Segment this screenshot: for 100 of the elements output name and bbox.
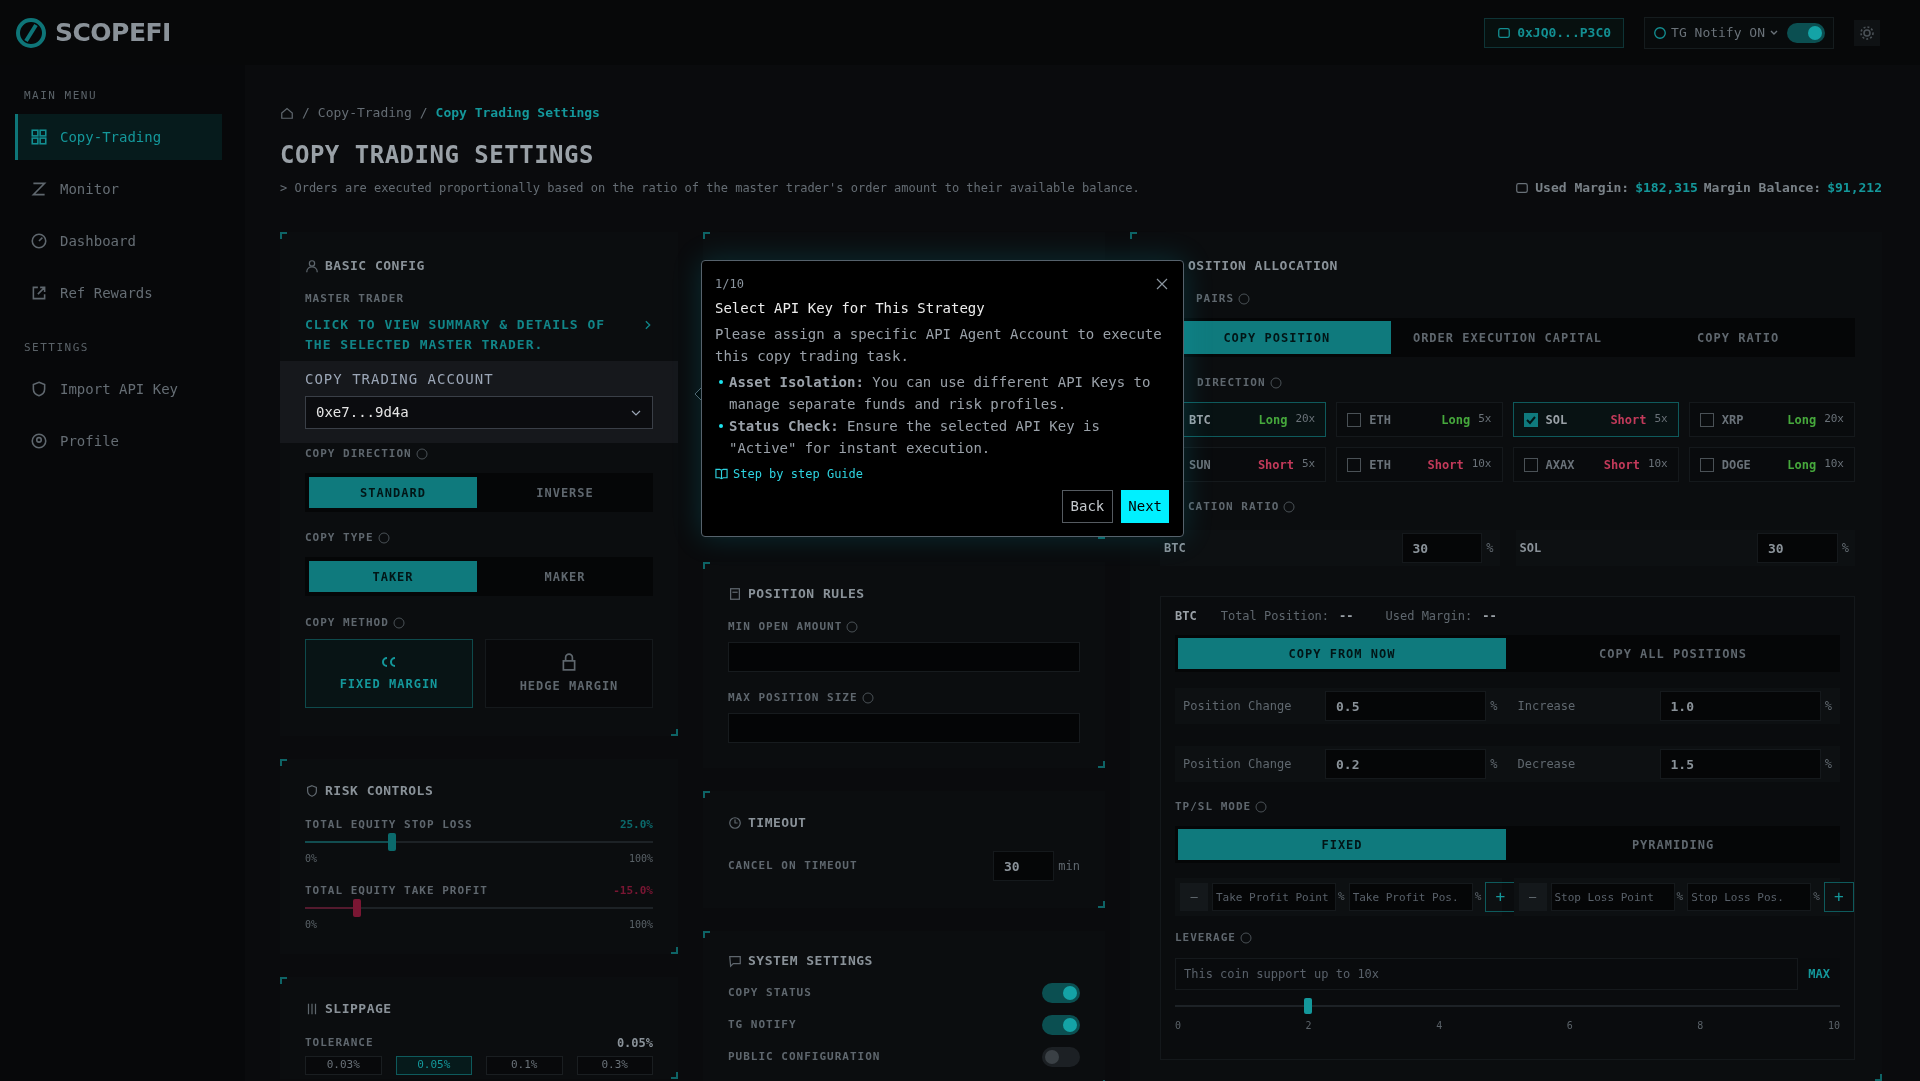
input-field[interactable]: Stop Loss Point	[1550, 883, 1675, 911]
range-min: 0%	[305, 918, 318, 932]
slider-thumb[interactable]	[388, 833, 396, 851]
segment-tab[interactable]: COPY RATIO	[1624, 321, 1852, 354]
percent-input[interactable]: 0.5	[1325, 691, 1487, 721]
pair-option[interactable]: ETH Short 10x	[1336, 447, 1503, 482]
range-max: 100%	[628, 852, 653, 866]
master-trader-link[interactable]: CLICK TO VIEW SUMMARY & DETAILS OF THE SELECTED MASTER TRADER.	[305, 315, 640, 355]
pair-leverage: 20x	[1295, 411, 1316, 428]
wallet-icon	[1497, 25, 1512, 40]
tolerance-value: 0.05%	[616, 1035, 653, 1052]
guide-link[interactable]: Step by step Guide	[715, 466, 864, 482]
nav-item[interactable]: Import API Key	[15, 366, 222, 412]
pair-option[interactable]: ETH Long 5x	[1336, 402, 1503, 437]
slider-thumb[interactable]	[353, 899, 362, 917]
tick-label: 10	[1827, 1019, 1840, 1033]
input-field[interactable]: Stop Loss Pos.	[1687, 883, 1812, 911]
pair-side: Short	[1603, 456, 1640, 474]
add-button[interactable]: +	[1823, 882, 1854, 912]
method-option[interactable]: FIXED MARGIN	[305, 639, 473, 708]
ratio-input[interactable]: 30	[1401, 533, 1483, 563]
field-label: COPY STATUS	[728, 984, 812, 1001]
breadcrumb-link[interactable]: Copy Trading Settings	[435, 103, 600, 123]
back-button[interactable]: Back	[1061, 490, 1114, 523]
toggle-switch[interactable]	[1787, 22, 1825, 43]
slider-thumb[interactable]	[1304, 998, 1312, 1014]
checkbox[interactable]	[1347, 412, 1362, 427]
pair-option[interactable]: SOL Short 5x	[1512, 402, 1679, 437]
stat-label: Total Position:	[1220, 608, 1330, 625]
toggle-switch[interactable]	[1042, 1047, 1080, 1067]
percent-input[interactable]: 1.5	[1659, 749, 1821, 779]
remove-button[interactable]: —	[1180, 883, 1208, 911]
input-field[interactable]	[728, 713, 1080, 743]
checkbox[interactable]	[1523, 457, 1538, 472]
segment-tab[interactable]: PYRAMIDING	[1509, 829, 1837, 860]
close-button[interactable]	[1155, 277, 1169, 291]
info-icon	[377, 532, 390, 544]
leverage-field[interactable]: This coin support up to 10x	[1175, 958, 1799, 990]
segment-tab[interactable]: STANDARD	[309, 477, 477, 508]
segment-tab[interactable]: INVERSE	[481, 477, 649, 508]
pair-symbol: SOL	[1545, 411, 1568, 429]
notify-dropdown[interactable]: TG Notify ON	[1653, 22, 1779, 43]
shield-icon	[30, 380, 48, 398]
pair-side: Short	[1257, 456, 1294, 474]
percent-input[interactable]: 0.2	[1325, 749, 1487, 779]
segment-tab[interactable]: COPY FROM NOW	[1178, 638, 1506, 669]
input-field[interactable]: Take Profit Point	[1212, 883, 1336, 911]
close-icon	[1155, 277, 1169, 291]
account-select[interactable]: 0xe7...9d4a	[305, 396, 653, 429]
preset-button[interactable]: 0.05%	[395, 1056, 472, 1075]
checkbox[interactable]	[1347, 457, 1362, 472]
remove-button[interactable]: —	[1518, 883, 1547, 911]
next-button[interactable]: Next	[1121, 490, 1169, 523]
input-field[interactable]	[728, 642, 1080, 672]
pair-option[interactable]: DOGE Long 10x	[1688, 447, 1855, 482]
chevron-icon	[643, 320, 653, 330]
percent-input[interactable]: 1.0	[1659, 691, 1821, 721]
pair-side: Long	[1441, 411, 1471, 429]
nav-item[interactable]: Copy-Trading	[15, 114, 222, 160]
segment-tab[interactable]: MAKER	[481, 561, 649, 592]
preset-button[interactable]: 0.1%	[486, 1056, 563, 1075]
pair-option[interactable]: XRP Long 20x	[1688, 402, 1855, 437]
toggle-switch[interactable]	[1042, 1015, 1080, 1035]
pair-side: Long	[1787, 411, 1817, 429]
field-label: Position Change	[1183, 698, 1293, 715]
breadcrumb-separator: /	[302, 104, 310, 123]
segment-tab[interactable]: FIXED	[1178, 829, 1506, 860]
segment-tab[interactable]: ORDER EXECUTION CAPITAL	[1393, 321, 1622, 354]
tick-label: 0	[1175, 1019, 1182, 1033]
checkbox[interactable]	[1699, 457, 1714, 472]
range-max: 100%	[628, 918, 653, 932]
field-label: COPY TRADING ACCOUNT	[305, 371, 494, 387]
ratio-input[interactable]: 30	[1757, 533, 1838, 563]
wallet-button[interactable]: 0xJQ0...P3C0	[1484, 17, 1625, 48]
segment-tab[interactable]: TAKER	[309, 561, 477, 592]
nav-item[interactable]: Profile	[15, 418, 222, 464]
checkbox[interactable]	[1699, 412, 1714, 427]
checkbox[interactable]	[1523, 412, 1538, 427]
input-field[interactable]: Take Profit Pos.	[1348, 883, 1473, 911]
settings-button[interactable]	[1854, 19, 1880, 46]
margin-value: $182,315	[1635, 179, 1698, 198]
preset-button[interactable]: 0.3%	[576, 1056, 653, 1075]
method-option[interactable]: HEDGE MARGIN	[485, 639, 653, 708]
field-label: TOTAL EQUITY STOP LOSS	[305, 816, 473, 833]
nav-item[interactable]: Monitor	[15, 166, 222, 212]
segment-tab[interactable]: COPY ALL POSITIONS	[1509, 638, 1837, 669]
info-icon	[846, 621, 859, 633]
timeout-input[interactable]: 30	[993, 851, 1055, 881]
card-title: POSITION RULES	[748, 585, 865, 604]
home-icon[interactable]	[280, 106, 294, 120]
pair-option[interactable]: AXAX Short 10x	[1512, 447, 1679, 482]
toggle-switch[interactable]	[1042, 983, 1080, 1003]
info-icon	[1269, 377, 1282, 389]
stat-value: --	[1482, 608, 1497, 625]
breadcrumb-link[interactable]: Copy-Trading	[317, 103, 412, 123]
preset-button[interactable]: 0.03%	[305, 1056, 382, 1075]
info-icon	[1240, 932, 1252, 944]
tick-label: 8	[1697, 1019, 1704, 1033]
nav-item[interactable]: Ref Rewards	[15, 270, 222, 316]
nav-item[interactable]: Dashboard	[15, 218, 222, 264]
